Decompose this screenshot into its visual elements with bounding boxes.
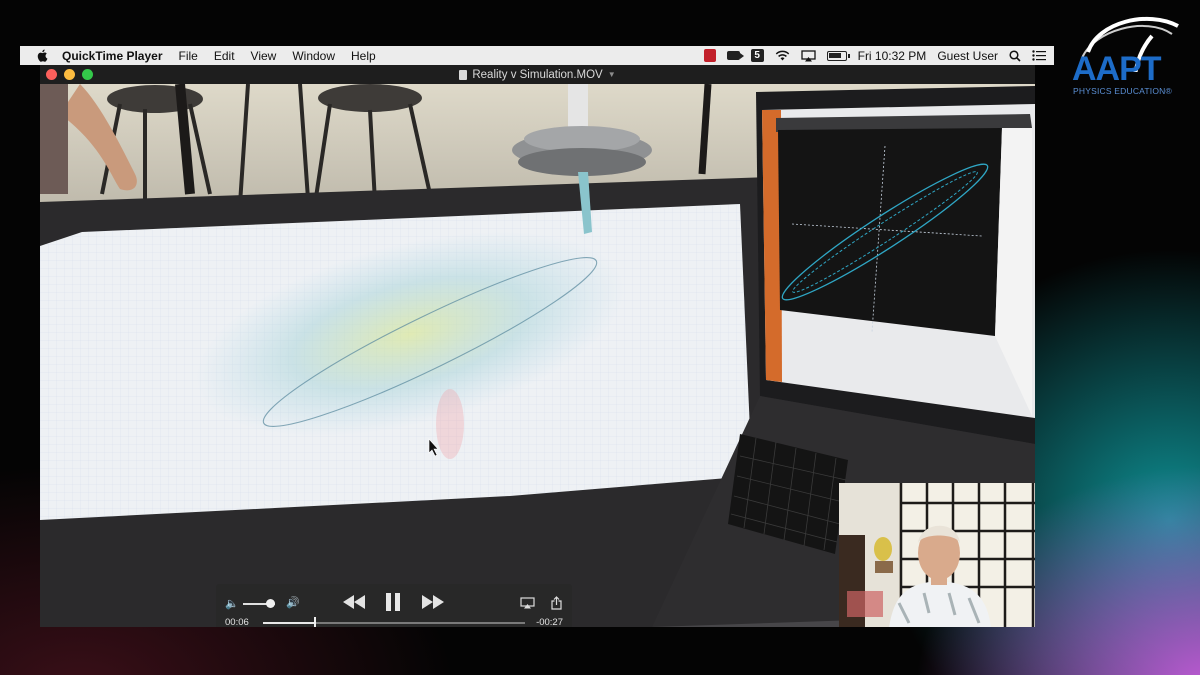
share-icon[interactable] — [551, 596, 562, 610]
logo-wordmark: AAPT — [1072, 50, 1162, 88]
time-elapsed: 00:06 — [225, 617, 249, 627]
menu-app-name[interactable]: QuickTime Player — [62, 49, 163, 63]
volume-slider-knob[interactable] — [266, 599, 276, 608]
apple-icon[interactable] — [36, 49, 48, 62]
window-titlebar[interactable]: Reality v Simulation.MOV ▼ — [40, 65, 1035, 84]
volume-high-icon[interactable]: 🔊 — [286, 596, 300, 609]
logo-tagline: PHYSICS EDUCATION® — [1073, 86, 1172, 96]
close-button[interactable] — [46, 69, 57, 80]
screen-record-icon[interactable] — [703, 49, 716, 62]
camera-icon[interactable] — [726, 51, 744, 60]
person-shirt — [40, 84, 68, 194]
fullscreen-button[interactable] — [82, 69, 93, 80]
progress-scrubber[interactable] — [263, 617, 525, 627]
progress-playhead[interactable] — [314, 617, 317, 627]
fast-forward-icon[interactable] — [422, 595, 444, 609]
menubar: QuickTime Player File Edit View Window H… — [20, 46, 1054, 65]
presenter-webcam — [839, 483, 1035, 627]
playback-controls: 🔈 🔊 00:06 -00:27 — [216, 584, 572, 627]
progress-fill — [263, 622, 316, 624]
menu-help[interactable]: Help — [351, 49, 376, 63]
pause-icon[interactable] — [384, 592, 402, 612]
menubar-user[interactable]: Guest User — [937, 49, 998, 63]
simulation-plot — [778, 128, 1002, 336]
s-app-icon[interactable]: 5 — [750, 49, 764, 62]
minimize-button[interactable] — [64, 69, 75, 80]
battery-icon[interactable] — [826, 50, 850, 61]
search-icon[interactable] — [1009, 49, 1021, 62]
menu-file[interactable]: File — [179, 49, 198, 63]
quicktime-window: Reality v Simulation.MOV ▼ 🔈 🔊 00:06 -00… — [40, 65, 1035, 627]
list-icon[interactable] — [1032, 50, 1046, 61]
airplay-icon[interactable] — [800, 49, 816, 62]
wifi-icon[interactable] — [775, 50, 790, 61]
menu-view[interactable]: View — [251, 49, 277, 63]
menubar-clock[interactable]: Fri 10:32 PM — [858, 49, 927, 63]
aapt-logo: AAPT PHYSICS EDUCATION® — [1068, 12, 1190, 114]
menu-window[interactable]: Window — [292, 49, 335, 63]
airplay-icon[interactable] — [520, 597, 535, 609]
menu-edit[interactable]: Edit — [214, 49, 235, 63]
video-frame[interactable]: 🔈 🔊 00:06 -00:27 — [40, 84, 1035, 627]
window-title: Reality v Simulation.MOV — [472, 68, 603, 81]
rewind-icon[interactable] — [343, 595, 365, 609]
chevron-down-icon[interactable]: ▼ — [608, 70, 616, 79]
time-remaining: -00:27 — [536, 617, 563, 627]
volume-low-icon[interactable]: 🔈 — [225, 597, 239, 610]
document-icon — [459, 69, 468, 80]
